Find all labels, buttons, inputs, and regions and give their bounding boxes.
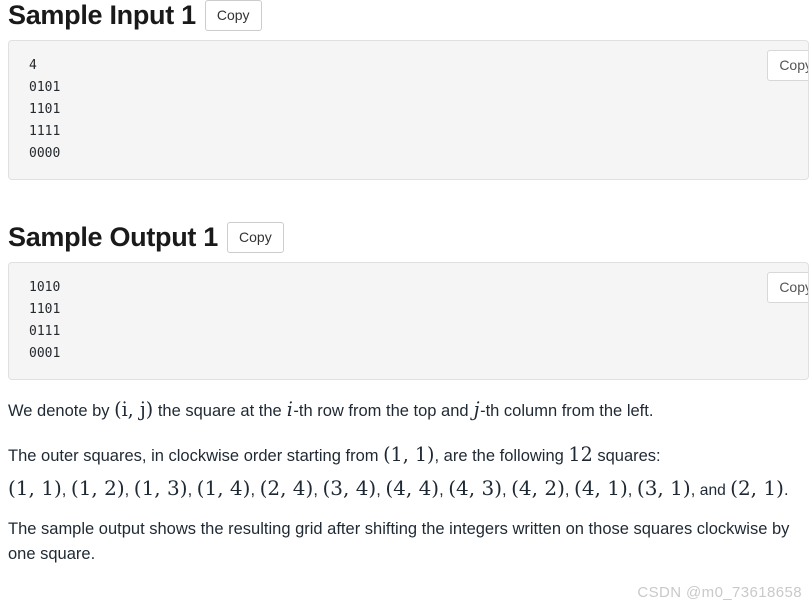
sample-output-code-block: 1010 1101 0111 0001 Copy (8, 262, 809, 380)
paragraph-1-text-c: -th row from the top and (293, 402, 474, 420)
outer-square-coordinate: (2, 4) (259, 476, 314, 501)
csdn-watermark: CSDN @m0_73618658 (637, 584, 802, 601)
inline-copy-button-sample-output[interactable]: Copy (767, 272, 808, 303)
paragraph-2-text-a: The outer squares, in clockwise order st… (8, 446, 384, 465)
sample-input-code-text: 4 0101 1101 1111 0000 (29, 58, 61, 161)
inline-copy-button-sample-input[interactable]: Copy (767, 50, 808, 81)
explanation-section: We denote by (i, j) the square at the i-… (0, 396, 809, 567)
list-terminator: . (783, 481, 789, 500)
sample-output-heading-row: Sample Output 1 Copy (0, 222, 809, 253)
paragraph-1-text-b: the square at the (153, 402, 287, 420)
list-separator: , (61, 481, 71, 500)
math-start-tuple: (1, 1) (383, 442, 435, 466)
page-title-sample-output: Sample Output 1 (8, 221, 219, 252)
paragraph-1-text-a: We denote by (8, 402, 115, 420)
paragraph-2-text-b: , are the following (434, 446, 569, 465)
outer-square-coordinate: (4, 4) (385, 476, 440, 501)
outer-square-coordinate: (4, 1) (574, 476, 628, 501)
list-separator: , (502, 481, 512, 500)
outer-square-coordinate: (4, 3) (448, 476, 503, 501)
outer-square-coordinate: (2, 1) (730, 476, 784, 501)
list-separator: , (690, 481, 700, 500)
copy-button-sample-output[interactable]: Copy (227, 222, 284, 253)
list-separator: , (376, 481, 386, 500)
outer-square-coordinate: (1, 2) (70, 476, 125, 501)
paragraph-2-text-c: squares: (592, 446, 661, 465)
explanation-paragraph-1: We denote by (i, j) the square at the i-… (8, 396, 805, 425)
explanation-paragraph-2: The outer squares, in clockwise order st… (8, 441, 805, 470)
sample-input-code-block: 4 0101 1101 1111 0000 Copy (8, 40, 809, 180)
paragraph-1-text-d: -th column from the left. (480, 402, 654, 420)
list-separator: , (187, 481, 197, 500)
outer-square-coordinate: (4, 2) (511, 476, 565, 501)
list-separator: , (564, 481, 575, 500)
explanation-paragraph-4: The sample output shows the resulting gr… (8, 520, 790, 564)
outer-square-coordinate: (3, 4) (322, 476, 377, 501)
sample-input-heading-row: Sample Input 1 Copy (0, 0, 809, 31)
sample-output-code-text: 1010 1101 0111 0001 (29, 280, 61, 361)
page-title-sample-input: Sample Input 1 (8, 0, 196, 30)
outer-square-coordinate: (1, 3) (133, 476, 188, 501)
list-separator: , (124, 481, 134, 500)
list-separator: , (627, 481, 637, 500)
math-tuple-ij: (i, j) (114, 398, 154, 421)
problem-statement-page: Sample Input 1 Copy 4 0101 1101 1111 000… (0, 0, 809, 608)
list-separator: , (250, 481, 260, 500)
outer-square-coordinate: (1, 4) (196, 476, 251, 501)
math-outer-square-count: 12 (568, 442, 593, 466)
outer-squares-math-list: (1, 1), (1, 2), (1, 3), (1, 4), (2, 4), … (8, 475, 805, 503)
outer-square-coordinate: (1, 1) (8, 476, 62, 501)
and-word: and (699, 482, 731, 500)
copy-button-sample-input[interactable]: Copy (204, 0, 262, 31)
list-separator: , (439, 481, 449, 500)
outer-square-coordinate: (3, 1) (636, 476, 691, 501)
